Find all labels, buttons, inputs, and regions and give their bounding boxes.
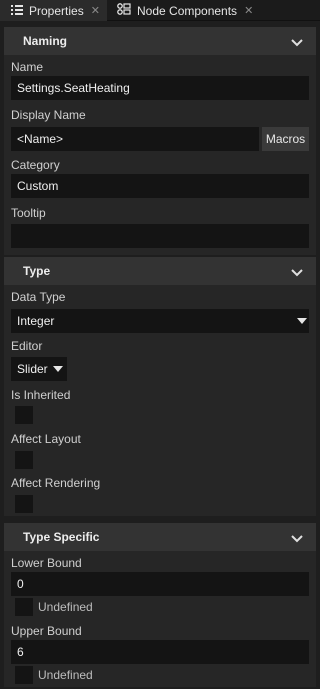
data-type-value: Integer <box>17 314 55 328</box>
chevron-down-icon[interactable] <box>291 266 303 280</box>
tab-properties-label: Properties <box>29 3 84 18</box>
editor-label: Editor <box>11 339 43 353</box>
affect-rendering-checkbox[interactable] <box>15 495 33 513</box>
name-field[interactable]: Settings.SeatHeating <box>11 76 309 100</box>
affect-layout-label: Affect Layout <box>11 432 81 446</box>
upper-bound-field[interactable]: 6 <box>11 640 309 664</box>
upper-bound-label: Upper Bound <box>11 624 82 638</box>
section-header-type[interactable]: Type <box>4 257 316 285</box>
affect-rendering-label: Affect Rendering <box>11 476 101 490</box>
lower-bound-field[interactable]: 0 <box>11 572 309 596</box>
chevron-down-icon <box>297 318 307 324</box>
category-label: Category <box>11 158 60 172</box>
category-value: Custom <box>17 179 59 193</box>
section-header-type-specific[interactable]: Type Specific <box>4 523 316 551</box>
tooltip-label: Tooltip <box>11 206 46 220</box>
data-type-dropdown[interactable]: Integer <box>11 309 309 333</box>
display-name-label: Display Name <box>11 108 86 122</box>
section-header-naming[interactable]: Naming <box>4 27 316 55</box>
close-icon[interactable]: ✕ <box>244 4 253 17</box>
lower-bound-value: 0 <box>17 577 24 591</box>
name-label: Name <box>11 60 44 74</box>
section-title-naming: Naming <box>23 34 68 48</box>
lower-bound-label: Lower Bound <box>11 556 82 570</box>
tab-node-components[interactable]: Node Components ✕ <box>115 0 253 21</box>
is-inherited-checkbox[interactable] <box>15 406 33 424</box>
editor-value: Slider <box>17 362 48 376</box>
editor-dropdown[interactable]: Slider <box>11 357 67 381</box>
display-name-field[interactable]: <Name> <box>11 127 259 151</box>
macros-button-label: Macros <box>265 132 306 146</box>
is-inherited-label: Is Inherited <box>11 388 71 402</box>
lower-undefined-label: Undefined <box>38 600 93 614</box>
name-value: Settings.SeatHeating <box>17 81 130 95</box>
chevron-down-icon[interactable] <box>291 36 303 50</box>
tab-node-components-label: Node Components <box>137 3 238 18</box>
section-title-type-specific: Type Specific <box>23 530 100 544</box>
display-name-value: <Name> <box>17 132 64 146</box>
upper-undefined-checkbox[interactable] <box>15 666 33 684</box>
close-icon[interactable]: ✕ <box>91 4 100 17</box>
lower-undefined-checkbox[interactable] <box>15 598 33 616</box>
upper-undefined-label: Undefined <box>38 668 93 682</box>
chevron-down-icon[interactable] <box>291 532 303 546</box>
tab-bar: Properties ✕ Node Components ✕ <box>0 0 320 21</box>
upper-bound-value: 6 <box>17 645 24 659</box>
list-icon <box>11 4 23 18</box>
section-title-type: Type <box>23 264 51 278</box>
category-field[interactable]: Custom <box>11 174 309 198</box>
data-type-label: Data Type <box>11 290 66 304</box>
node-components-icon <box>117 3 131 18</box>
tab-properties[interactable]: Properties ✕ <box>0 0 107 21</box>
tooltip-field[interactable] <box>11 224 309 248</box>
affect-layout-checkbox[interactable] <box>15 451 33 469</box>
macros-button[interactable]: Macros <box>262 127 309 151</box>
chevron-down-icon <box>53 366 63 372</box>
